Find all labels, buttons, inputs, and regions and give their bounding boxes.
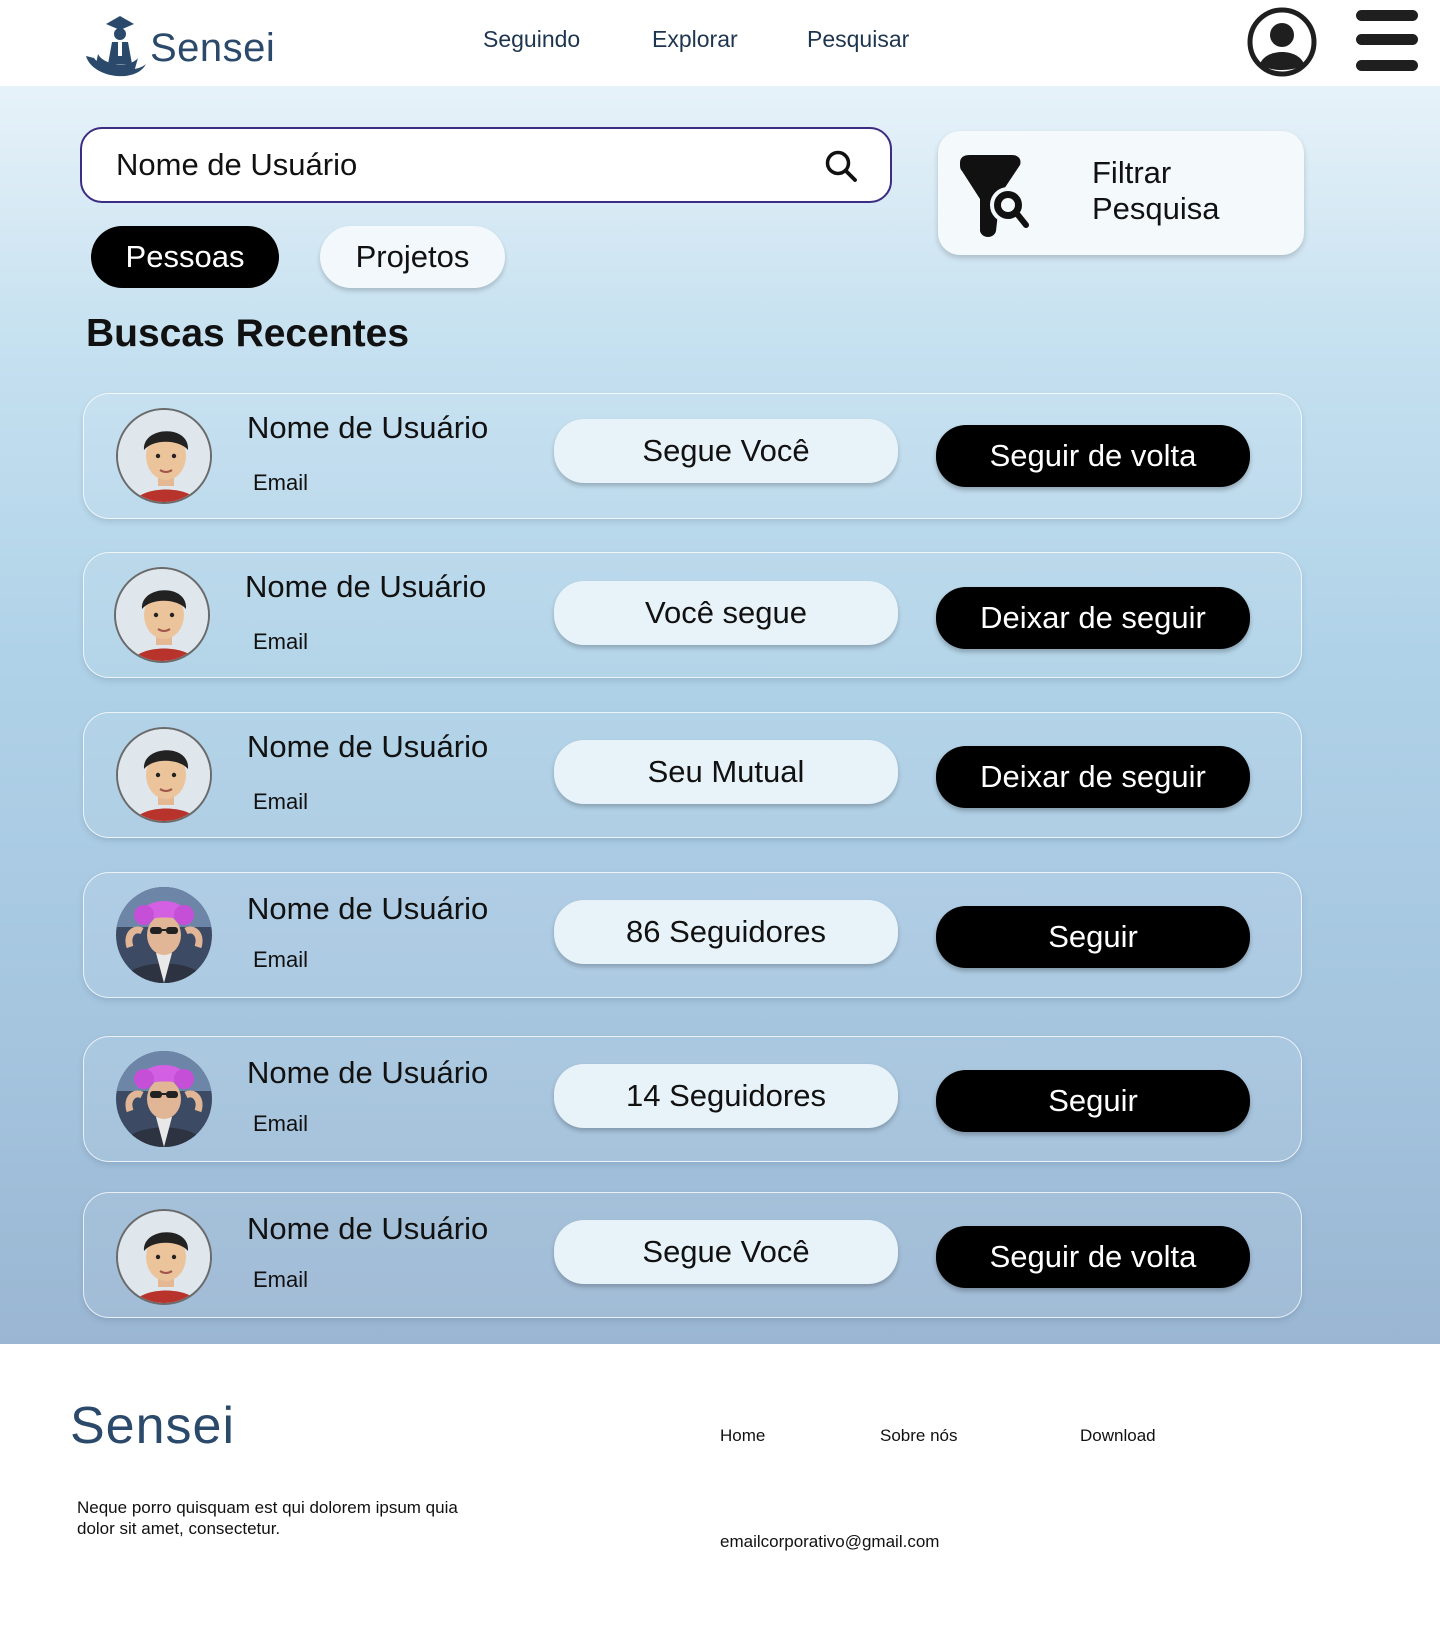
- nav-seguindo[interactable]: Seguindo: [483, 26, 580, 53]
- follow-button[interactable]: Seguir: [936, 906, 1250, 968]
- logo[interactable]: Sensei: [84, 10, 304, 82]
- boy-avatar-icon: [118, 1211, 210, 1303]
- sensei-logo-icon: [86, 16, 146, 77]
- user-name: Nome de Usuário: [247, 1055, 489, 1090]
- nav-pesquisar[interactable]: Pesquisar: [807, 26, 909, 53]
- followers-count-badge: 86 Seguidores: [554, 900, 898, 964]
- user-avatar[interactable]: [116, 408, 212, 504]
- user-name: Nome de Usuário: [247, 729, 489, 764]
- search-bar: [80, 127, 892, 203]
- footer: Sensei Neque porro quisquam est qui dolo…: [0, 1344, 1440, 1636]
- user-avatar[interactable]: [116, 1051, 212, 1147]
- unfollow-button[interactable]: Deixar de seguir: [936, 587, 1250, 649]
- follow-status-badge: Seu Mutual: [554, 740, 898, 804]
- filter-label: Filtrar Pesquisa: [1092, 155, 1220, 226]
- user-name: Nome de Usuário: [247, 1211, 489, 1246]
- list-item: Nome de Usuário Email Você segue Deixar …: [83, 552, 1302, 678]
- user-avatar[interactable]: [116, 727, 212, 823]
- user-email: Email: [253, 470, 309, 495]
- hamburger-menu-icon[interactable]: [1356, 10, 1420, 74]
- user-avatar[interactable]: [116, 887, 212, 983]
- user-email: Email: [253, 1267, 309, 1292]
- recent-searches-title: Buscas Recentes: [86, 312, 410, 355]
- footer-description: Neque porro quisquam est qui dolorem ips…: [77, 1498, 458, 1538]
- pink-wig-avatar-icon: [116, 887, 212, 983]
- search-input[interactable]: [116, 129, 796, 201]
- followers-count-badge: 14 Seguidores: [554, 1064, 898, 1128]
- unfollow-button[interactable]: Deixar de seguir: [936, 746, 1250, 808]
- footer-email[interactable]: emailcorporativo@gmail.com: [720, 1532, 939, 1552]
- list-item: Nome de Usuário Email Segue Você Seguir …: [83, 1192, 1302, 1318]
- list-item: Nome de Usuário Email Segue Você Seguir …: [83, 393, 1302, 519]
- tab-projetos[interactable]: Projetos: [320, 226, 505, 288]
- user-email: Email: [253, 947, 309, 972]
- user-email: Email: [253, 629, 309, 654]
- user-name: Nome de Usuário: [247, 410, 489, 445]
- search-icon[interactable]: [824, 149, 858, 183]
- user-email: Email: [253, 1111, 309, 1136]
- user-profile-icon[interactable]: [1246, 6, 1318, 78]
- user-avatar[interactable]: [116, 1209, 212, 1305]
- filter-search-icon: [960, 155, 1029, 237]
- footer-link-download[interactable]: Download: [1080, 1426, 1156, 1446]
- user-email: Email: [253, 789, 309, 814]
- top-navbar: Sensei Seguindo Explorar Pesquisar: [0, 0, 1440, 86]
- follow-status-badge: Segue Você: [554, 1220, 898, 1284]
- user-name: Nome de Usuário: [245, 569, 487, 604]
- follow-status-badge: Segue Você: [554, 419, 898, 483]
- user-avatar[interactable]: [114, 567, 210, 663]
- footer-link-sobre-nos[interactable]: Sobre nós: [880, 1426, 958, 1446]
- user-name: Nome de Usuário: [247, 891, 489, 926]
- list-item: Nome de Usuário Email 14 Seguidores Segu…: [83, 1036, 1302, 1162]
- follow-back-button[interactable]: Seguir de volta: [936, 425, 1250, 487]
- brand-name: Sensei: [150, 26, 276, 70]
- filter-search-button[interactable]: Filtrar Pesquisa: [938, 131, 1304, 255]
- follow-status-badge: Você segue: [554, 581, 898, 645]
- tab-pessoas[interactable]: Pessoas: [91, 226, 279, 288]
- nav-explorar[interactable]: Explorar: [652, 26, 738, 53]
- list-item: Nome de Usuário Email Seu Mutual Deixar …: [83, 712, 1302, 838]
- footer-link-home[interactable]: Home: [720, 1426, 765, 1446]
- follow-button[interactable]: Seguir: [936, 1070, 1250, 1132]
- boy-avatar-icon: [118, 410, 210, 502]
- boy-avatar-icon: [118, 729, 210, 821]
- footer-brand: Sensei: [70, 1397, 235, 1455]
- boy-avatar-icon: [116, 569, 208, 661]
- pink-wig-avatar-icon: [116, 1051, 212, 1147]
- follow-back-button[interactable]: Seguir de volta: [936, 1226, 1250, 1288]
- main-content: Filtrar Pesquisa Pessoas Projetos Buscas…: [0, 86, 1440, 1344]
- list-item: Nome de Usuário Email 86 Seguidores Segu…: [83, 872, 1302, 998]
